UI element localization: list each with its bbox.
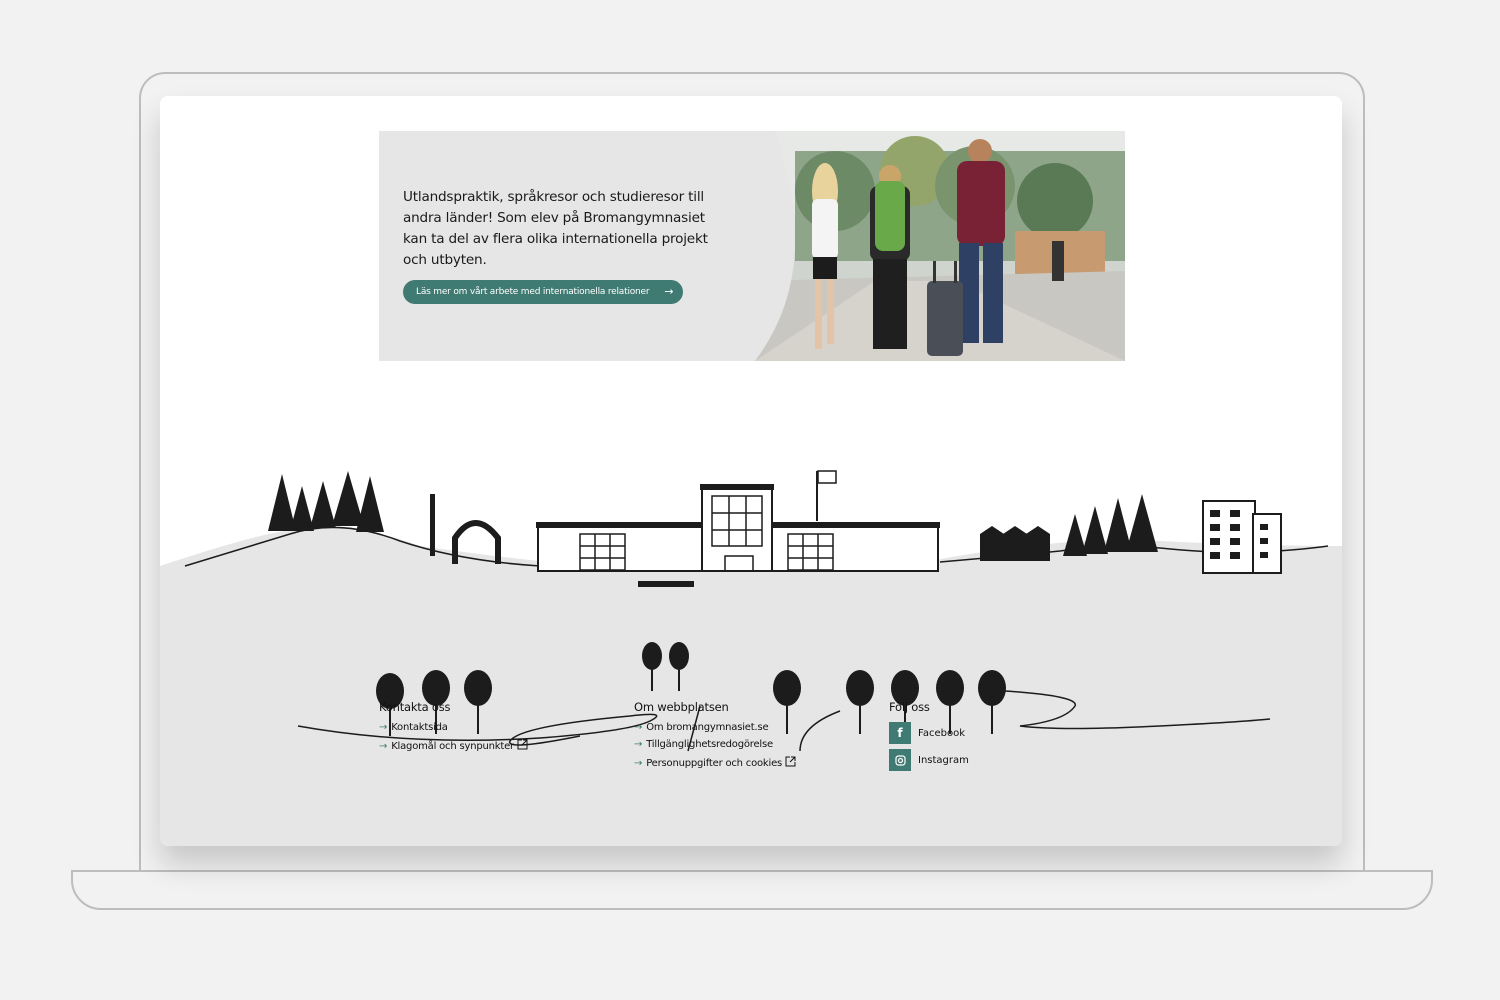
- instagram-icon: [889, 749, 911, 771]
- accessibility-link[interactable]: → Tillgänglighetsredogörelse: [634, 739, 796, 750]
- arrow-right-icon: →: [634, 739, 643, 750]
- facebook-icon: f: [889, 722, 911, 744]
- footer-about: Om webbplatsen → Om bromangymnasiet.se → T…: [634, 700, 796, 775]
- footer-contact: Kontakta oss → Kontaktsida → Klagomål och …: [379, 700, 528, 758]
- about-heading: Om webbplatsen: [634, 700, 729, 714]
- contact-page-link[interactable]: → Kontaktsida: [379, 722, 528, 733]
- footer-follow: Följ oss f Facebook Instagram: [889, 700, 969, 776]
- contact-heading: Kontakta oss: [379, 700, 451, 714]
- arrow-right-icon: →: [634, 758, 643, 769]
- arrow-right-icon: →: [379, 741, 388, 752]
- international-relations-button[interactable]: Läs mer om vårt arbete med internationel…: [403, 280, 684, 304]
- about-site-link[interactable]: → Om bromangymnasiet.se: [634, 722, 796, 733]
- arrow-right-icon: →: [664, 285, 674, 298]
- laptop-base: [71, 870, 1433, 910]
- complaints-link[interactable]: → Klagomål och synpunkter: [379, 739, 528, 752]
- international-banner: Utlandspraktik, språkresor och studieres…: [379, 131, 1125, 361]
- button-label: Läs mer om vårt arbete med internationel…: [416, 287, 650, 297]
- instagram-link[interactable]: Instagram: [889, 749, 969, 771]
- privacy-link[interactable]: → Personuppgifter och cookies: [634, 756, 796, 769]
- banner-text: Utlandspraktik, språkresor och studieres…: [403, 189, 708, 268]
- external-link-icon: [785, 756, 796, 767]
- follow-heading: Följ oss: [889, 700, 930, 714]
- browser-viewport: Utlandspraktik, språkresor och studieres…: [160, 96, 1342, 846]
- external-link-icon: [517, 739, 528, 750]
- arrow-right-icon: →: [379, 722, 388, 733]
- students-travel-photo: [755, 131, 1125, 361]
- school-landscape-illustration: [160, 470, 1342, 846]
- facebook-link[interactable]: f Facebook: [889, 722, 969, 744]
- arrow-right-icon: →: [634, 722, 643, 733]
